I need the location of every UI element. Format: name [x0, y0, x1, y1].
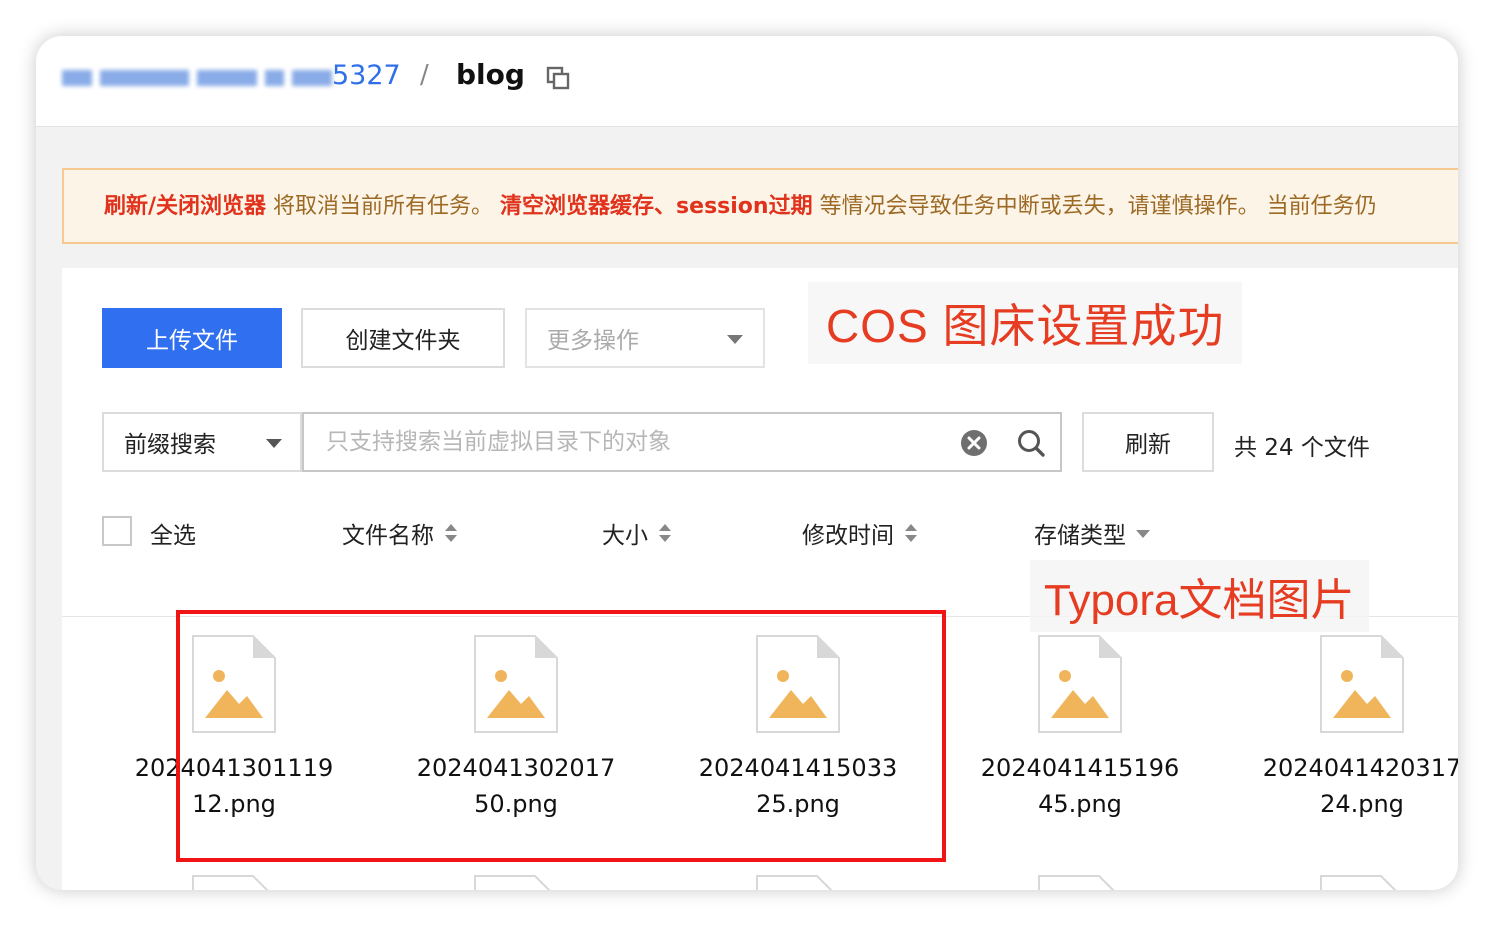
create-folder-button[interactable]: 创建文件夹 — [301, 308, 505, 368]
chevron-down-icon — [266, 439, 282, 448]
sort-icon — [445, 524, 457, 542]
file-tile[interactable]: 2024041420317 24.png — [1252, 634, 1458, 822]
image-file-icon — [756, 875, 833, 890]
column-size-sort[interactable]: 大小 — [602, 516, 672, 550]
image-file-icon — [1038, 875, 1115, 890]
image-file-icon — [1038, 635, 1122, 733]
top-bar: 5327 / blog — [36, 36, 1458, 127]
column-storage-label: 存储类型 — [1034, 523, 1126, 549]
warning-text-2: 等情况会导致任务中断或丢失，请谨慎操作。 当前任务仍 — [812, 194, 1377, 219]
chevron-down-icon — [727, 335, 743, 344]
sort-icon — [659, 524, 671, 542]
column-storage-filter[interactable]: 存储类型 — [1034, 516, 1150, 550]
task-warning-banner: 刷新/关闭浏览器 将取消当前所有任务。 清空浏览器缓存、session过期 等情… — [62, 168, 1458, 244]
filter-dropdown-icon — [1136, 530, 1150, 538]
file-name-line2: 45.png — [1038, 790, 1122, 818]
warning-text-1: 将取消当前所有任务。 — [266, 194, 501, 219]
image-file-icon — [192, 875, 269, 890]
file-name-line2: 24.png — [1320, 790, 1404, 818]
more-actions-select[interactable]: 更多操作 — [525, 308, 765, 368]
refresh-button[interactable]: 刷新 — [1082, 412, 1214, 472]
more-actions-label: 更多操作 — [547, 328, 639, 354]
copy-icon[interactable] — [546, 66, 570, 90]
file-count-label: 共 24 个文件 — [1234, 435, 1370, 461]
upload-file-button[interactable]: 上传文件 — [102, 308, 282, 368]
warning-cache-text: 清空浏览器缓存、session过期 — [500, 194, 813, 219]
breadcrumb-separator: / — [420, 60, 429, 90]
sort-icon — [905, 524, 917, 542]
select-all-label[interactable]: 全选 — [150, 516, 196, 550]
warning-refresh-text: 刷新/关闭浏览器 — [104, 194, 267, 219]
image-file-icon — [474, 875, 551, 890]
file-name-line1: 2024041420317 — [1262, 754, 1458, 782]
select-all-text: 全选 — [150, 523, 196, 549]
file-panel: 上传文件 创建文件夹 更多操作 COS 图床设置成功 前缀搜索 刷新 共 24 … — [62, 268, 1458, 890]
column-modified-label: 修改时间 — [802, 523, 894, 549]
annotation-subtitle: Typora文档图片 — [1030, 560, 1369, 632]
search-field — [302, 412, 1062, 472]
image-file-icon — [1320, 875, 1397, 890]
cos-console-window: 5327 / blog 刷新/关闭浏览器 将取消当前所有任务。 清空浏览器缓存、… — [36, 36, 1458, 890]
annotation-title: COS 图床设置成功 — [808, 282, 1243, 364]
column-modified-sort[interactable]: 修改时间 — [802, 516, 918, 550]
column-name-label: 文件名称 — [342, 523, 434, 549]
column-size-label: 大小 — [602, 523, 648, 549]
breadcrumb-bucket-link[interactable]: 5327 — [332, 60, 401, 91]
column-name-sort[interactable]: 文件名称 — [342, 516, 458, 550]
select-all-checkbox[interactable] — [102, 516, 132, 546]
search-icon[interactable] — [1016, 428, 1046, 458]
file-tile[interactable]: 2024041415196 45.png — [970, 634, 1190, 822]
redacted-bucket-name — [62, 68, 332, 88]
file-name-line1: 2024041415196 — [980, 754, 1180, 782]
prefix-search-select[interactable]: 前缀搜索 — [102, 412, 302, 472]
annotation-highlight-box — [176, 610, 946, 862]
breadcrumb-current-folder: blog — [456, 58, 525, 91]
search-input[interactable] — [324, 428, 928, 456]
clear-icon[interactable] — [960, 429, 988, 457]
prefix-search-label: 前缀搜索 — [124, 432, 216, 458]
image-file-icon — [1320, 635, 1404, 733]
